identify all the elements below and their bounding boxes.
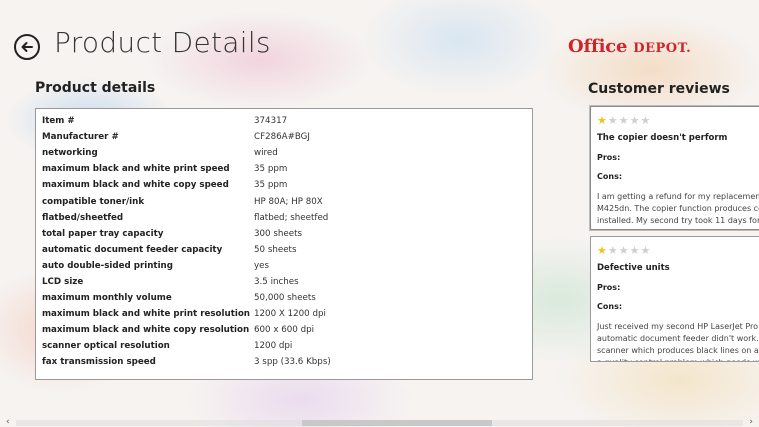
detail-value: 3.5 inches	[254, 276, 299, 287]
back-arrow-icon	[21, 42, 33, 52]
detail-key: networking	[42, 148, 98, 159]
star-icon: ★	[597, 244, 608, 257]
detail-value: HP 80A; HP 80X	[254, 196, 323, 207]
review-body: I am getting a refund for my replacement…	[597, 191, 759, 229]
review-body-line: firmware fix, written 9/4/2012, but it d…	[597, 227, 759, 229]
table-row: LCD size 3.5 inches	[42, 274, 331, 290]
review-body-line: installed. My second try took 11 days fo…	[597, 216, 759, 225]
table-row: auto double-sided printing yes	[42, 258, 331, 274]
detail-key: auto double-sided printing	[42, 260, 173, 271]
review-cons-label: Cons:	[597, 302, 623, 311]
page-title: Product Details	[54, 26, 271, 59]
detail-key: LCD size	[42, 276, 84, 287]
product-details-heading: Product details	[35, 80, 156, 96]
review-cons-label: Cons:	[597, 172, 623, 181]
detail-key: flatbed/sheetfed	[42, 212, 124, 223]
review-pros-label: Pros:	[597, 153, 621, 162]
table-row: Item # 374317	[42, 113, 331, 129]
table-row: compatible toner/ink HP 80A; HP 80X	[42, 193, 331, 209]
detail-value: 374317	[254, 116, 288, 127]
table-row: scanner optical resolution 1200 dpi	[42, 338, 331, 354]
detail-key: fax transmission speed	[42, 357, 156, 368]
detail-key: Item #	[42, 116, 75, 127]
table-row: fax transmission speed 3 spp (33.6 Kbps)	[42, 354, 331, 370]
detail-key: maximum black and white copy resolution	[42, 325, 250, 336]
review-card[interactable]: ★★★★★ The copier doesn't perform Pros: Cons…	[589, 105, 759, 231]
detail-value: 50,000 sheets	[254, 293, 316, 304]
scroll-thumb[interactable]	[302, 420, 492, 426]
table-row: maximum monthly volume 50,000 sheets	[42, 290, 331, 306]
detail-key: Manufacturer #	[42, 132, 119, 143]
review-pros-label: Pros:	[597, 283, 621, 292]
detail-key: maximum monthly volume	[42, 293, 172, 304]
star-icon: ★	[618, 244, 630, 257]
detail-value: 300 sheets	[254, 228, 302, 239]
product-details-table: Item # 374317 Manufacturer # CF286A#BGJ netw…	[42, 113, 331, 371]
review-body-line: a quality control problem which needs wo…	[597, 357, 759, 361]
table-row: maximum black and white print resolution…	[42, 306, 331, 322]
detail-key: maximum black and white copy speed	[42, 180, 229, 191]
detail-value: 3 spp (33.6 Kbps)	[254, 357, 331, 368]
star-rating: ★★★★★	[597, 245, 759, 257]
detail-value: wired	[254, 148, 278, 159]
detail-value: yes	[254, 260, 270, 271]
star-icon: ★	[629, 244, 641, 257]
review-title: The copier doesn't perform	[597, 133, 728, 143]
table-row: automatic document feeder capacity 50 she…	[42, 242, 331, 258]
table-row: networking wired	[42, 145, 331, 161]
star-rating: ★★★★★	[597, 115, 759, 127]
table-row: maximum black and white copy speed 35 ppm	[42, 177, 331, 193]
scroll-right-icon[interactable]: ›	[749, 417, 753, 427]
detail-key: maximum black and white print resolution	[42, 309, 250, 320]
customer-reviews-heading: Customer reviews	[588, 81, 730, 97]
detail-value: 50 sheets	[254, 244, 297, 255]
table-row: maximum black and white print speed 35 pp…	[42, 161, 331, 177]
logo-office: Office	[568, 36, 628, 57]
product-details-panel[interactable]: Item # 374317 Manufacturer # CF286A#BGJ netw…	[35, 108, 533, 380]
review-body-line: M425dn. The copier function produces cop…	[597, 204, 759, 213]
review-card[interactable]: ★★★★★ Defective units Pros: Cons: Just recei…	[590, 236, 759, 362]
office-depot-logo: Office DEPOT.	[568, 36, 691, 57]
review-body-line: automatic document feeder didn't work. T…	[597, 334, 759, 343]
star-icon: ★	[640, 244, 652, 257]
star-icon: ★	[629, 114, 641, 127]
detail-value: 1200 dpi	[254, 341, 293, 352]
detail-value: 35 ppm	[254, 180, 288, 191]
detail-value: 1200 X 1200 dpi	[254, 309, 326, 320]
scroll-left-icon[interactable]: ‹	[6, 417, 10, 427]
star-icon: ★	[607, 114, 619, 127]
table-row: maximum black and white copy resolution 6…	[42, 322, 331, 338]
detail-value: CF286A#BGJ	[254, 132, 310, 143]
detail-value: flatbed; sheetfed	[254, 212, 329, 223]
detail-value: 35 ppm	[254, 164, 288, 175]
review-body-line: scanner which produces black lines on al…	[597, 346, 759, 355]
star-icon: ★	[607, 244, 619, 257]
detail-key: maximum black and white print speed	[42, 164, 230, 175]
review-body: Just received my second HP LaserJet Pro …	[597, 321, 759, 361]
detail-key: compatible toner/ink	[42, 196, 145, 207]
review-title: Defective units	[597, 263, 670, 273]
table-row: total paper tray capacity 300 sheets	[42, 226, 331, 242]
detail-value: 600 x 600 dpi	[254, 325, 315, 336]
logo-depot: DEPOT.	[633, 41, 692, 56]
table-row: Manufacturer # CF286A#BGJ	[42, 129, 331, 145]
detail-key: scanner optical resolution	[42, 341, 170, 352]
star-icon: ★	[640, 114, 652, 127]
detail-key: automatic document feeder capacity	[42, 244, 223, 255]
star-icon: ★	[597, 114, 608, 127]
star-icon: ★	[618, 114, 630, 127]
review-body-line: I am getting a refund for my replacement…	[597, 192, 759, 201]
review-body-line: Just received my second HP LaserJet Pro …	[597, 322, 759, 331]
table-row: flatbed/sheetfed flatbed; sheetfed	[42, 210, 331, 226]
horizontal-scrollbar[interactable]: ‹ ›	[0, 417, 759, 427]
detail-key: total paper tray capacity	[42, 228, 164, 239]
back-button[interactable]	[14, 34, 40, 60]
